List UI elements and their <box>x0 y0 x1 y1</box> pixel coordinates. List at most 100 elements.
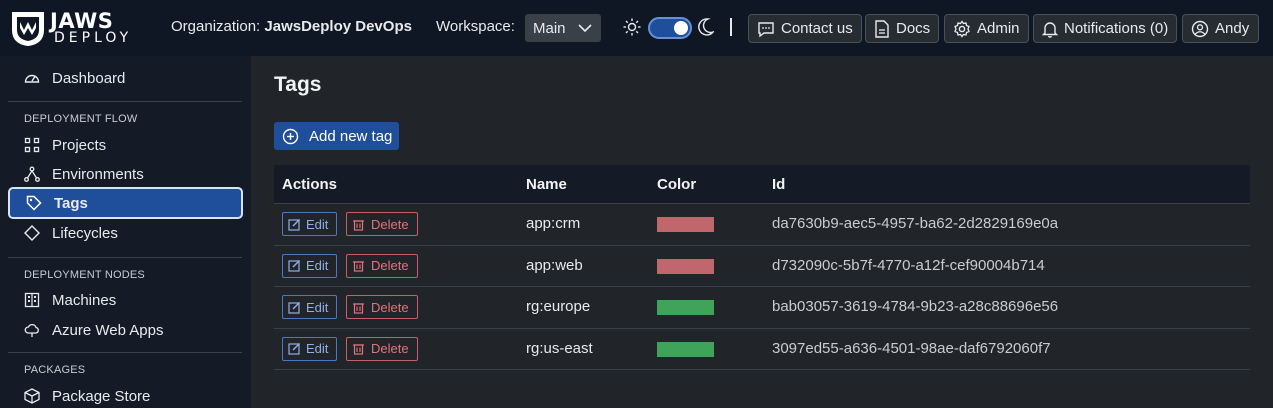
sidebar-item-label: Projects <box>52 136 107 154</box>
pencil-icon <box>288 343 300 355</box>
user-menu-button[interactable]: Andy <box>1182 14 1259 43</box>
bell-icon <box>1042 21 1058 38</box>
sidebar-item-label: Azure Web Apps <box>52 321 164 339</box>
edit-label: Edit <box>306 258 329 273</box>
sidebar-divider <box>8 257 242 258</box>
tag-color-swatch <box>657 300 714 315</box>
tag-id: bab03057-3619-4784-9b23-a28c88696e56 <box>772 298 1059 315</box>
tag-name: rg:europe <box>526 298 591 315</box>
trash-icon <box>353 261 364 272</box>
top-navbar: JAWS DEPLOY Organization: JawsDeploy Dev… <box>0 0 1273 56</box>
notifications-button[interactable]: Notifications (0) <box>1033 14 1178 43</box>
column-header-name: Name <box>526 176 567 193</box>
tag-id: d732090c-5b7f-4770-a12f-cef90004b714 <box>772 256 1045 274</box>
tag-color-swatch <box>657 341 714 357</box>
edit-button[interactable]: Edit <box>282 253 337 278</box>
sidebar-section-heading: DEPLOYMENT FLOW <box>24 113 138 125</box>
sidebar-item-package-store[interactable]: Package Store <box>8 382 243 408</box>
sidebar-item-lifecycles[interactable]: Lifecycles <box>8 219 243 247</box>
table-row: Edit Delete rg:europe bab03057-3619-4784… <box>274 287 1250 329</box>
organization-info: Organization: JawsDeploy DevOps <box>171 18 412 35</box>
delete-label: Delete <box>371 216 409 232</box>
trash-icon <box>353 219 364 231</box>
edit-label: Edit <box>306 299 329 315</box>
gauge-icon <box>24 74 40 83</box>
trash-icon <box>353 302 364 314</box>
tag-id: 3097ed55-a636-4501-98ae-daf6792060f7 <box>772 339 1051 357</box>
tag-name: rg:us-east <box>526 339 593 357</box>
user-name: Andy <box>1215 20 1250 37</box>
tag-name: app:web <box>526 256 583 274</box>
edit-button[interactable]: Edit <box>282 295 337 319</box>
pencil-icon <box>288 301 300 314</box>
sidebar-item-label: Lifecycles <box>52 224 118 242</box>
delete-label: Delete <box>371 299 409 315</box>
workspace-value: Main <box>533 19 566 37</box>
sidebar-item-label: Machines <box>52 291 117 309</box>
plus-circle-icon <box>282 128 299 144</box>
tag-icon <box>26 195 42 211</box>
sidebar-item-projects[interactable]: Projects <box>8 131 243 159</box>
projects-icon <box>24 137 40 153</box>
notifications-label: Notifications (0) <box>1064 20 1169 37</box>
table-row: Edit Delete app:crm da7630b9-aec5-4957-b… <box>274 204 1250 246</box>
sidebar-item-label: Package Store <box>52 387 151 405</box>
sidebar-divider <box>8 101 242 102</box>
table-row: Edit Delete app:web d732090c-5b7f-4770-a… <box>274 246 1250 287</box>
theme-toggle[interactable] <box>648 17 692 39</box>
sidebar-item-machines[interactable]: Machines <box>8 286 243 314</box>
sidebar-divider <box>8 352 242 353</box>
column-header-actions: Actions <box>282 176 338 193</box>
add-new-tag-button[interactable]: Add new tag <box>274 122 399 150</box>
organization-name: JawsDeploy DevOps <box>264 18 412 35</box>
cloud-icon <box>24 323 39 337</box>
edit-button[interactable]: Edit <box>282 212 337 236</box>
trash-icon <box>353 344 364 355</box>
gear-icon <box>954 19 970 38</box>
pencil-icon <box>288 218 300 231</box>
sidebar-item-tags[interactable]: Tags <box>8 187 243 219</box>
sidebar-item-label: Tags <box>54 194 88 212</box>
sidebar-item-azure-web-apps[interactable]: Azure Web Apps <box>8 316 243 344</box>
sidebar-section-heading: DEPLOYMENT NODES <box>24 269 145 281</box>
sun-icon <box>623 18 641 36</box>
docs-button[interactable]: Docs <box>865 14 940 43</box>
sidebar-item-label: Environments <box>52 165 144 183</box>
workspace-select[interactable]: Main <box>525 14 601 42</box>
chat-icon <box>758 21 774 37</box>
docs-label: Docs <box>896 20 931 37</box>
column-header-id: Id <box>772 176 786 193</box>
building-icon <box>24 292 40 308</box>
table-body: Edit Delete app:crm da7630b9-aec5-4957-b… <box>274 204 1250 370</box>
package-icon <box>24 388 40 404</box>
admin-button[interactable]: Admin <box>944 14 1029 43</box>
delete-button[interactable]: Delete <box>346 212 418 236</box>
sidebar-item-environments[interactable]: Environments <box>8 160 243 188</box>
document-icon <box>875 19 889 38</box>
tag-color-swatch <box>657 217 714 232</box>
delete-label: Delete <box>371 258 409 273</box>
user-icon <box>1191 20 1209 37</box>
page-title: Tags <box>274 73 322 96</box>
chevron-down-icon <box>578 24 592 33</box>
shark-icon <box>12 12 44 46</box>
contact-us-button[interactable]: Contact us <box>748 14 862 43</box>
organization-label: Organization: <box>171 18 261 35</box>
logo-text-sub: DEPLOY <box>54 30 133 46</box>
sidebar-item-dashboard[interactable]: Dashboard <box>8 64 243 92</box>
toggle-knob <box>674 21 688 35</box>
tags-table: Actions Name Color Id Edit Delete app:cr… <box>274 165 1250 370</box>
workspace-label: Workspace: <box>436 18 515 35</box>
edit-label: Edit <box>306 216 329 232</box>
jawsdeploy-logo[interactable]: JAWS DEPLOY <box>8 8 138 48</box>
pencil-icon <box>288 260 300 272</box>
edit-button[interactable]: Edit <box>282 336 337 361</box>
branch-icon <box>24 166 40 182</box>
delete-button[interactable]: Delete <box>346 295 418 319</box>
diamond-icon <box>24 225 40 241</box>
sidebar-section-heading: PACKAGES <box>24 364 86 376</box>
tag-color-swatch <box>657 258 714 274</box>
delete-button[interactable]: Delete <box>346 336 418 361</box>
delete-button[interactable]: Delete <box>346 253 418 278</box>
header-divider <box>730 18 732 36</box>
